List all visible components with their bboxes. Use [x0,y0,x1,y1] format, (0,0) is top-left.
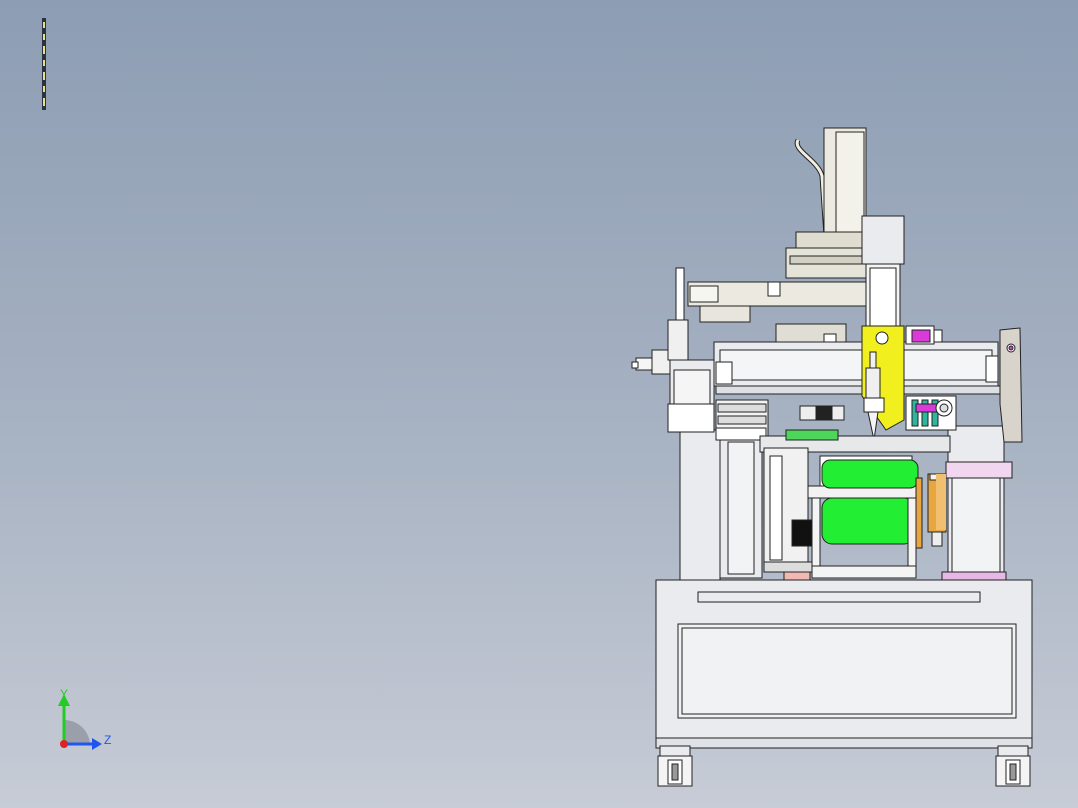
gantry-beam [713,341,1001,395]
sensor-block [905,325,943,345]
y-axis-label: Y [60,687,68,701]
z-axis-label: Z [104,733,111,747]
dispenser-fixture [861,325,905,441]
base-cabinet [655,579,1033,749]
valve-cluster [905,395,957,431]
view-toolbar-strip[interactable] [42,18,46,110]
cad-viewport[interactable]: Y Z [0,0,1078,808]
coordinate-triad-icon: Y Z [58,687,111,750]
caster-right [995,745,1031,787]
cad-canvas[interactable]: Y Z [0,0,1078,808]
x-axis-dot [60,740,68,748]
scara-robot [687,127,869,343]
pneumatic-cylinder [927,473,947,547]
right-side-plate [999,327,1023,443]
caster-left [657,745,693,787]
tank-assembly [807,455,923,579]
z-axis-column [861,215,905,331]
